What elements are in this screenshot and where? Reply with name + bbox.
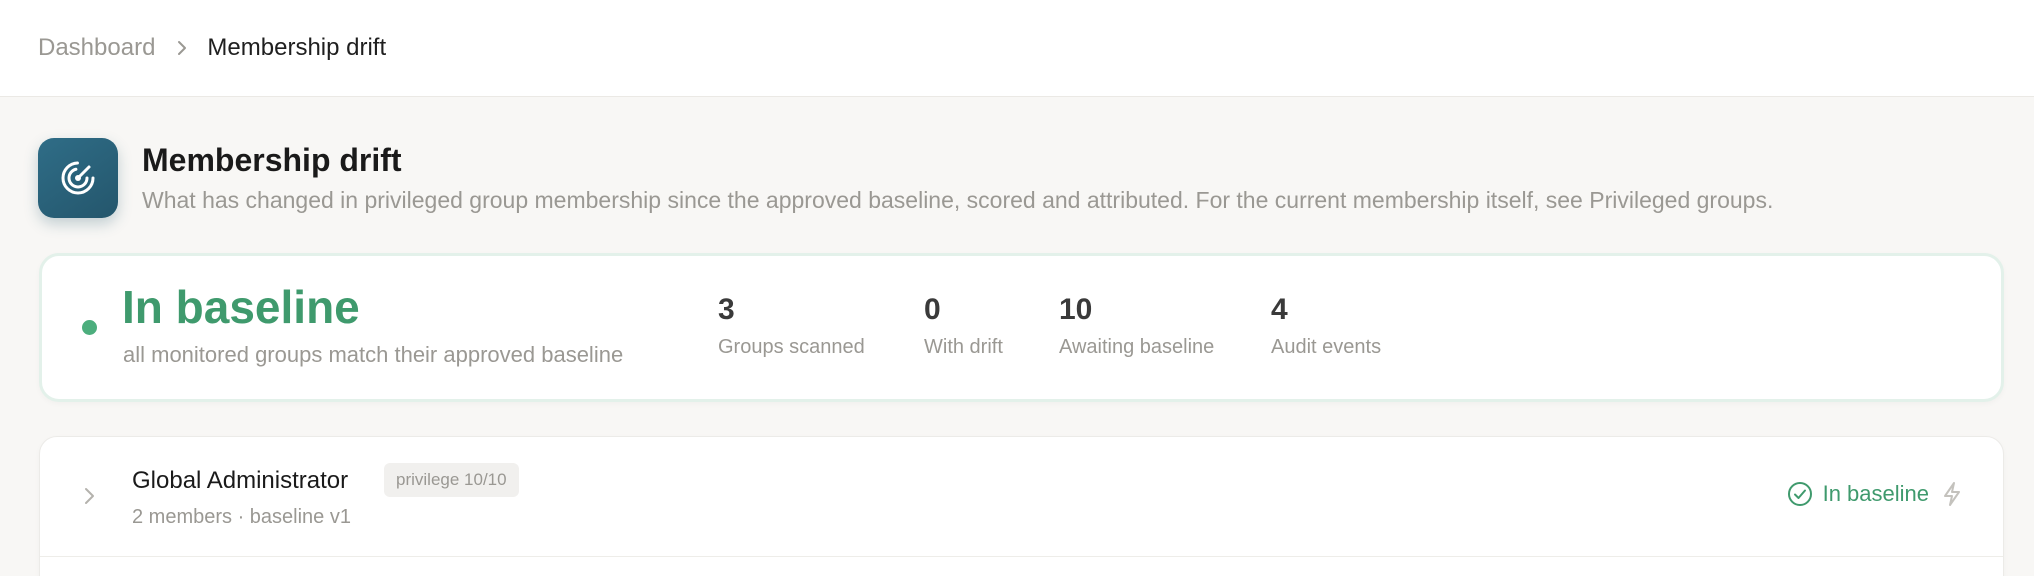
stat-label: Audit events [1271, 336, 1382, 358]
group-meta: 2 members · baseline v1 [132, 506, 351, 528]
expand-chevron-icon[interactable] [82, 485, 96, 512]
breadcrumb-current: Membership drift [207, 34, 387, 61]
group-name: Global Administrator [132, 467, 349, 494]
stat-audit-events: 4 Audit events [1271, 292, 1381, 359]
page-header: Membership drift What has changed in pri… [38, 138, 1998, 218]
status-summary-card: In baseline all monitored groups match t… [39, 253, 2004, 402]
group-row-global-administrator[interactable]: Global Administrator privilege 10/10 2 m… [40, 437, 2003, 557]
stat-value: 0 [924, 293, 941, 326]
check-circle-icon [1787, 481, 1813, 507]
stat-with-drift: 0 With drift [924, 292, 1003, 359]
privilege-badge: privilege 10/10 [384, 463, 519, 497]
status-subtitle: all monitored groups match their approve… [123, 342, 624, 367]
stat-value: 4 [1271, 293, 1288, 326]
page-subtitle: What has changed in privileged group mem… [142, 187, 1774, 213]
page-title: Membership drift [142, 142, 402, 178]
stat-label: Groups scanned [718, 336, 865, 358]
stat-awaiting-baseline: 10 Awaiting baseline [1059, 292, 1214, 359]
status-dot-icon [82, 320, 97, 335]
stat-value: 10 [1059, 293, 1093, 326]
chevron-right-icon [175, 39, 189, 57]
stat-label: Awaiting baseline [1059, 336, 1215, 358]
stat-groups-scanned: 3 Groups scanned [718, 292, 865, 359]
group-status-label: In baseline [1822, 481, 1929, 506]
group-status: In baseline [1787, 481, 1963, 507]
bolt-icon[interactable] [1941, 481, 1963, 507]
breadcrumb-dashboard[interactable]: Dashboard [38, 34, 155, 62]
stat-value: 3 [718, 293, 735, 326]
breadcrumb-bar: Dashboard Membership drift [0, 0, 2034, 97]
radar-icon [38, 138, 118, 218]
status-title: In baseline [122, 281, 360, 333]
group-list: Global Administrator privilege 10/10 2 m… [39, 436, 2004, 576]
stat-label: With drift [924, 336, 1003, 358]
